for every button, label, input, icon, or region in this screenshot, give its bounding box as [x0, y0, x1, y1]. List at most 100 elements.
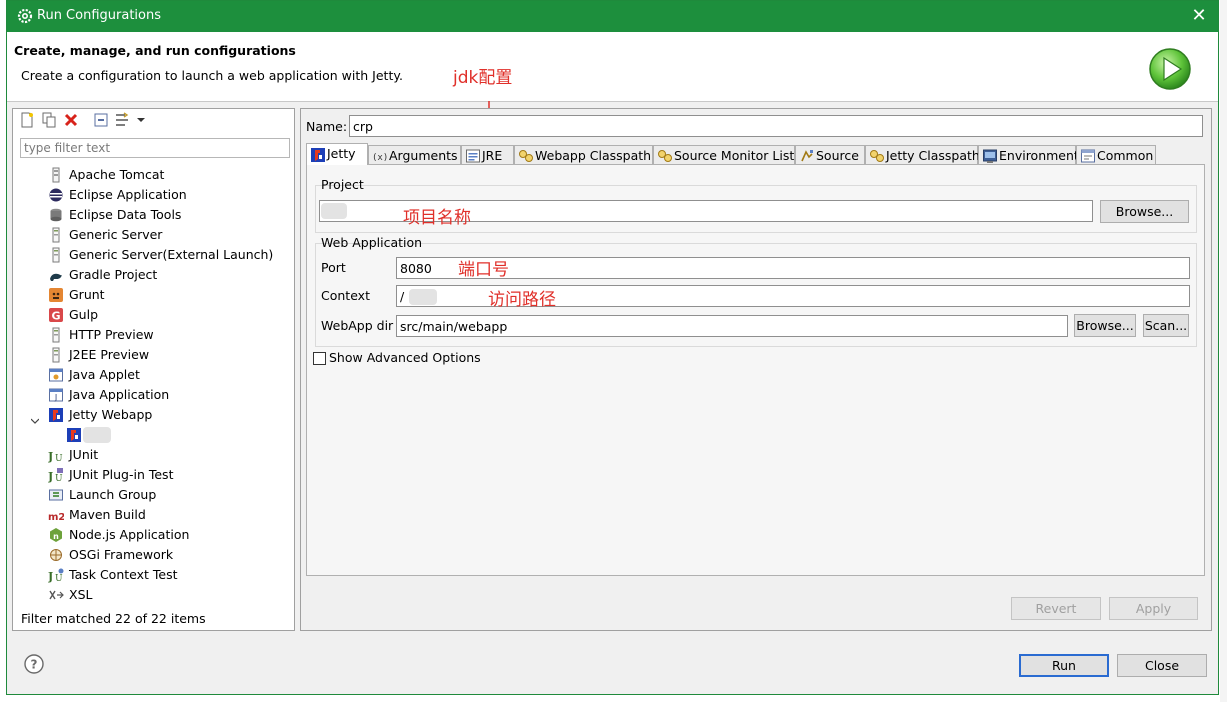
help-icon[interactable]: ? — [24, 654, 44, 674]
eclipse-icon — [48, 187, 64, 203]
gear-icon — [17, 8, 33, 24]
junit-icon: JU — [47, 447, 64, 464]
environment-icon — [982, 148, 997, 163]
tomcat-icon — [48, 167, 64, 183]
tree-item-label: Jetty Webapp — [69, 407, 153, 422]
annotation-port: 端口号 — [458, 260, 509, 280]
delete-icon[interactable] — [63, 112, 79, 128]
tab-label: Webapp Classpath — [535, 148, 652, 163]
server-icon — [48, 247, 64, 263]
browse-webapp-dir-button[interactable]: Browse... — [1074, 314, 1136, 337]
expand-chevron-icon[interactable] — [30, 411, 40, 424]
tree-item-label: Java Application — [69, 387, 170, 402]
tab-common[interactable]: Common — [1076, 145, 1156, 164]
dropdown-arrow-icon[interactable] — [133, 112, 149, 128]
arguments-icon: (x)= — [372, 148, 394, 163]
webapp-dir-input[interactable] — [396, 315, 1068, 337]
filter-status: Filter matched 22 of 22 items — [21, 611, 206, 626]
tree-item-label: OSGi Framework — [69, 547, 174, 562]
svg-text:J: J — [48, 470, 53, 483]
svg-text:J: J — [48, 450, 53, 463]
collapse-all-icon[interactable] — [93, 112, 109, 128]
tree-item-label: Apache Tomcat — [69, 167, 165, 182]
svg-text:n: n — [53, 532, 59, 541]
revert-button[interactable]: Revert — [1011, 597, 1101, 620]
configuration-list-pane: Apache Tomcat Eclipse Application Eclipse … — [12, 108, 295, 631]
background-window-edge — [1220, 0, 1227, 702]
close-icon[interactable]: ✕ — [1188, 5, 1210, 27]
apply-button[interactable]: Apply — [1109, 597, 1198, 620]
source-icon — [799, 148, 814, 163]
annotation-context: 访问路径 — [488, 290, 556, 310]
tree-item-label: Grunt — [69, 287, 105, 302]
run-button[interactable]: Run — [1019, 654, 1109, 677]
tree-item-label: Gulp — [69, 307, 99, 322]
tab-jetty[interactable]: Jetty — [306, 143, 368, 165]
tab-label: JRE — [482, 148, 503, 163]
server-icon — [48, 327, 64, 343]
tree-item-label: Gradle Project — [69, 267, 158, 282]
redacted-context-path — [409, 289, 437, 305]
annotation-project-name: 项目名称 — [403, 208, 471, 228]
jetty-icon — [310, 147, 325, 162]
port-input[interactable] — [396, 257, 1190, 279]
applet-icon — [48, 367, 64, 383]
tab-label: Common — [1097, 148, 1154, 163]
browse-project-button[interactable]: Browse... — [1100, 200, 1189, 223]
filter-icon[interactable] — [115, 112, 131, 128]
tab-label: Source Monitor List — [674, 148, 795, 163]
svg-text:?: ? — [31, 658, 38, 672]
show-advanced-options-checkbox[interactable] — [313, 352, 326, 365]
database-icon — [48, 207, 64, 223]
tree-item-label: Java Applet — [69, 367, 140, 382]
tab-webapp-classpath[interactable]: Webapp Classpath — [514, 145, 653, 164]
tab-label: Jetty Classpath — [886, 148, 980, 163]
duplicate-icon[interactable] — [41, 112, 57, 128]
run-icon — [1149, 48, 1191, 90]
scan-button[interactable]: Scan... — [1143, 314, 1189, 337]
server-icon — [48, 227, 64, 243]
tab-source[interactable]: Source — [795, 145, 865, 164]
tab-jre[interactable]: JRE — [461, 145, 514, 164]
name-label: Name: — [306, 119, 348, 134]
context-label: Context — [321, 288, 370, 303]
tab-label: Arguments — [389, 148, 458, 163]
task-icon: JU — [47, 567, 64, 584]
svg-text:J: J — [54, 393, 57, 402]
tab-environment[interactable]: Environment — [978, 145, 1079, 164]
java-app-icon: J — [48, 387, 64, 403]
xsl-icon — [48, 587, 64, 603]
tab-source-monitor-list[interactable]: Source Monitor List — [653, 145, 795, 164]
port-label: Port — [321, 260, 346, 275]
name-input[interactable] — [349, 115, 1203, 137]
tab-label: Environment — [999, 148, 1079, 163]
tree-item-label: Launch Group — [69, 487, 157, 502]
tree-item-label: Generic Server — [69, 227, 163, 242]
grunt-icon — [48, 287, 64, 303]
header-description: Create a configuration to launch a web a… — [21, 68, 403, 83]
webapp-dir-label: WebApp dir — [321, 318, 394, 333]
redacted-config-name — [83, 427, 111, 443]
tree-item-label: HTTP Preview — [69, 327, 154, 342]
header-title: Create, manage, and run configurations — [14, 43, 296, 58]
jetty-icon — [48, 407, 64, 423]
tree-item-label: Eclipse Data Tools — [69, 207, 182, 222]
show-advanced-options-label: Show Advanced Options — [329, 350, 481, 365]
osgi-icon — [48, 547, 64, 563]
title-bar[interactable]: Run Configurations ✕ — [7, 1, 1218, 32]
configuration-editor-pane: Name: Jetty (x)=Arguments JRE Webapp Classp… — [300, 108, 1212, 631]
svg-text:m2: m2 — [48, 512, 64, 523]
tab-arguments[interactable]: (x)=Arguments — [368, 145, 461, 164]
window-title: Run Configurations — [37, 8, 161, 23]
new-config-icon[interactable] — [19, 112, 35, 128]
classpath-icon — [869, 148, 884, 163]
tree-item-label: XSL — [69, 587, 93, 602]
svg-text:(x)=: (x)= — [372, 153, 388, 163]
tab-jetty-classpath[interactable]: Jetty Classpath — [865, 145, 980, 164]
classpath-icon — [657, 148, 672, 163]
annotation-jdk: jdk配置 — [453, 68, 513, 88]
filter-input[interactable] — [20, 138, 290, 158]
svg-text:U: U — [55, 454, 63, 463]
close-button[interactable]: Close — [1117, 654, 1207, 677]
tree-item-label: JUnit — [69, 447, 99, 462]
